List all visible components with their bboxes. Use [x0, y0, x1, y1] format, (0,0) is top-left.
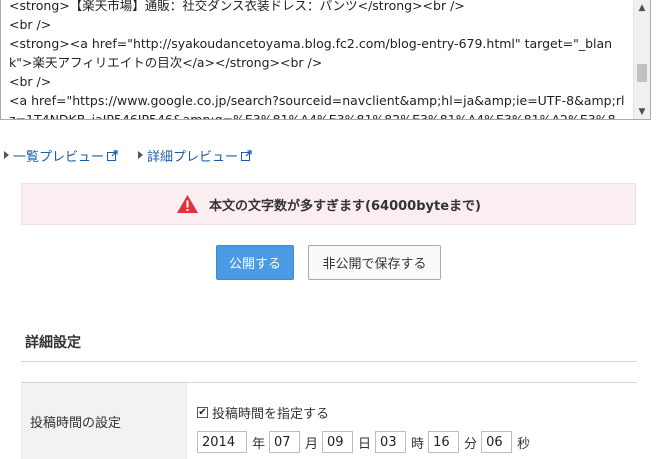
list-preview-link[interactable]: 一覧プレビュー [4, 146, 118, 165]
detail-preview-label: 詳細プレビュー [147, 149, 239, 165]
save-private-button[interactable]: 非公開で保存する [308, 245, 441, 280]
publish-button[interactable]: 公開する [216, 245, 294, 280]
post-time-setting-row: 投稿時間の設定 ✔ 投稿時間を指定する 2014 年 07 月 09 日 03 … [21, 382, 637, 459]
scroll-up-icon[interactable]: ▲ [634, 0, 650, 16]
error-alert: 本文の文字数が多すぎます(64000byteまで) [21, 183, 636, 225]
arrow-right-icon [4, 151, 9, 159]
external-link-icon [241, 149, 252, 161]
datetime-inputs: 2014 年 07 月 09 日 03 時 16 分 06 秒 [197, 431, 534, 453]
alert-message: 本文の文字数が多すぎます(64000byteまで) [209, 198, 481, 214]
warning-icon [177, 195, 199, 213]
hour-input[interactable]: 03 [375, 431, 407, 453]
divider [21, 361, 637, 362]
body-text[interactable]: <strong>【楽天市場】通販：社交ダンス衣装ドレス：パンツ</strong>… [9, 0, 625, 119]
month-unit: 月 [305, 436, 319, 452]
scroll-down-icon[interactable]: ▼ [634, 104, 650, 119]
body-textarea[interactable]: <strong>【楽天市場】通販：社交ダンス衣装ドレス：パンツ</strong>… [0, 0, 651, 120]
specify-time-label: 投稿時間を指定する [212, 407, 330, 422]
detail-settings-title: 詳細設定 [25, 335, 81, 351]
specify-time-option[interactable]: ✔ 投稿時間を指定する [197, 403, 329, 422]
day-input[interactable]: 09 [322, 431, 354, 453]
year-input[interactable]: 2014 [197, 431, 247, 453]
post-time-controls: ✔ 投稿時間を指定する 2014 年 07 月 09 日 03 時 16 分 0… [197, 383, 637, 459]
day-unit: 日 [358, 436, 372, 452]
external-link-icon [107, 149, 118, 161]
post-time-label: 投稿時間の設定 [21, 383, 187, 459]
arrow-right-icon [138, 151, 144, 159]
list-preview-label: 一覧プレビュー [13, 149, 105, 165]
month-input[interactable]: 07 [269, 431, 301, 453]
second-unit: 秒 [517, 436, 531, 452]
year-unit: 年 [252, 436, 266, 452]
detail-preview-link[interactable]: 詳細プレビュー [138, 146, 252, 165]
specify-time-checkbox[interactable]: ✔ [197, 407, 208, 418]
textarea-scrollbar[interactable]: ▲ ▼ [633, 0, 650, 119]
scroll-thumb[interactable] [637, 64, 647, 82]
minute-input[interactable]: 16 [428, 431, 460, 453]
preview-links: 一覧プレビュー 詳細プレビュー [4, 145, 252, 165]
minute-unit: 分 [464, 436, 478, 452]
second-input[interactable]: 06 [481, 431, 513, 453]
hour-unit: 時 [411, 436, 425, 452]
